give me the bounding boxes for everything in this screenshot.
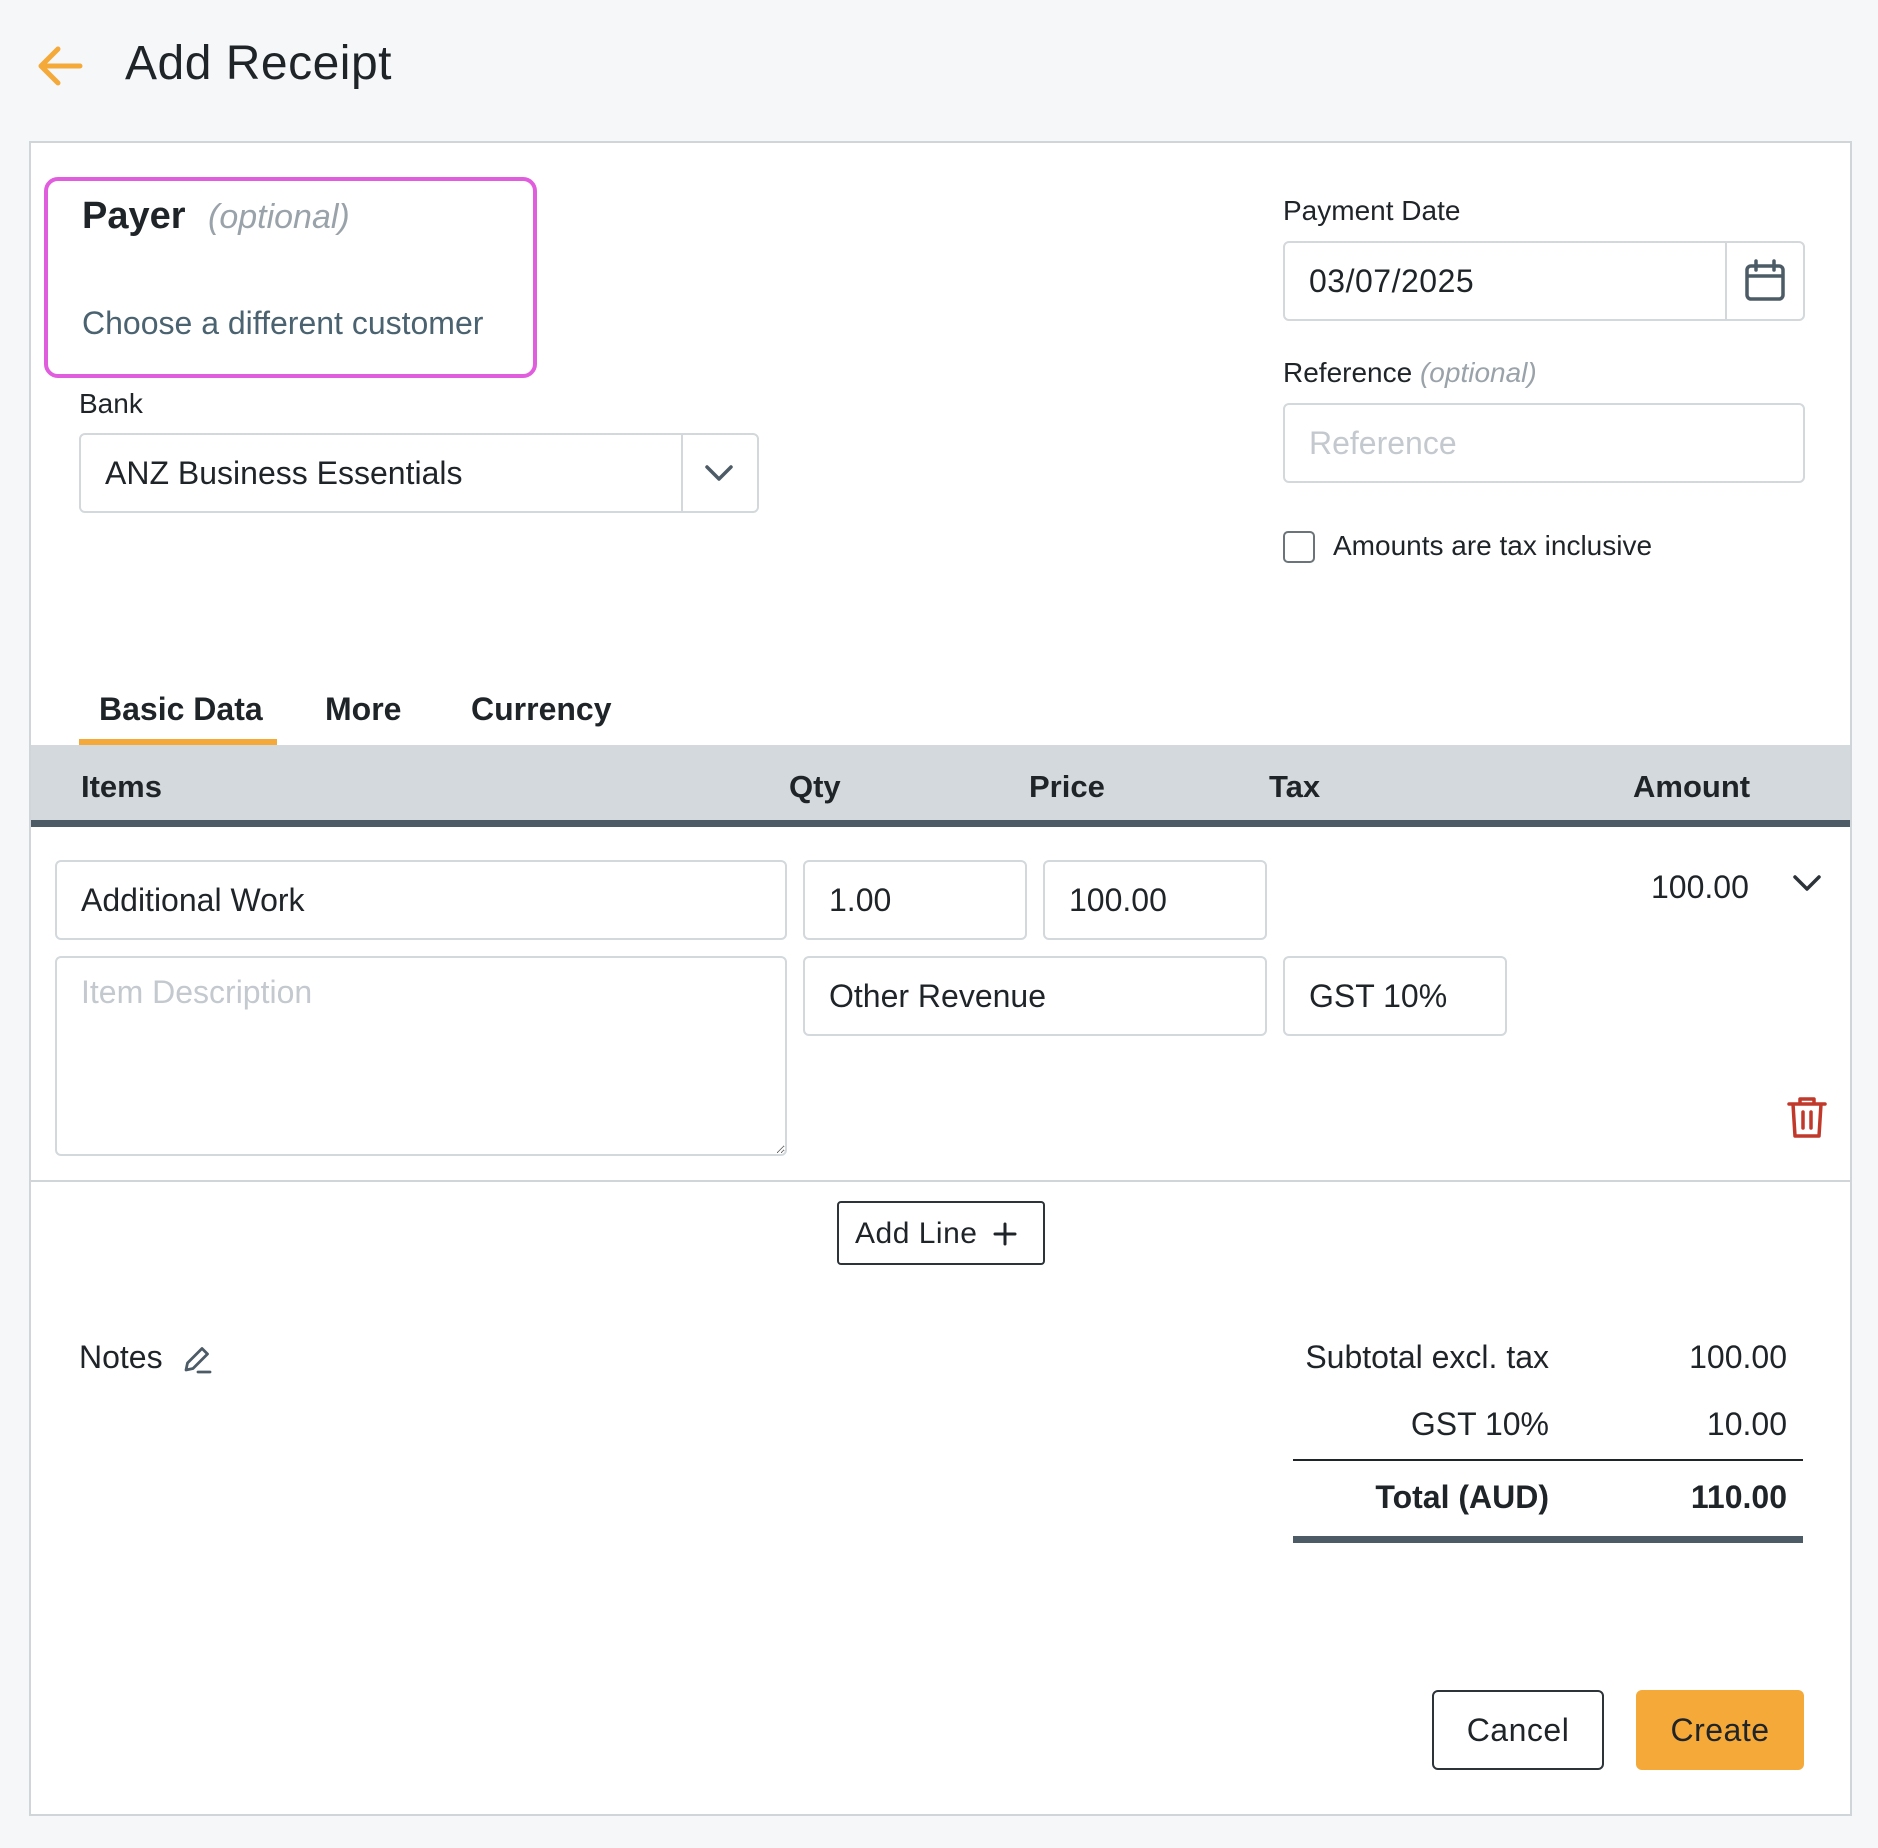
tax-inclusive-checkbox[interactable] [1283, 531, 1315, 563]
payment-date-field[interactable]: 03/07/2025 [1283, 241, 1805, 321]
item-tax-select[interactable]: GST 10% [1283, 956, 1507, 1036]
page-header: Add Receipt [0, 0, 1878, 130]
gst-label: GST 10% [1410, 1406, 1549, 1442]
gst-value: 10.00 [1706, 1406, 1787, 1442]
item-description-input[interactable] [55, 956, 787, 1156]
total-value: 110.00 [1690, 1479, 1787, 1515]
payment-date-label: Payment Date [1283, 195, 1461, 226]
item-account-select[interactable]: Other Revenue [803, 956, 1267, 1036]
tab-basic-data[interactable]: Basic Data [99, 691, 263, 728]
payment-date-divider [1725, 243, 1727, 319]
column-header-amount: Amount [1633, 769, 1751, 804]
choose-customer-link[interactable]: Choose a different customer [82, 305, 483, 342]
column-header-price: Price [1029, 769, 1105, 804]
bank-select-value: ANZ Business Essentials [105, 455, 463, 491]
bank-label: Bank [79, 388, 143, 419]
cancel-button[interactable]: Cancel [1432, 1690, 1604, 1770]
payer-label: Payer [82, 195, 186, 237]
create-button[interactable]: Create [1636, 1690, 1804, 1770]
reference-label-text: Reference [1283, 357, 1413, 388]
column-header-items: Items [81, 769, 162, 804]
receipt-form: Payer (optional) Choose a different cust… [29, 141, 1852, 1816]
notes-label[interactable]: Notes [79, 1339, 163, 1376]
item-account-value: Other Revenue [829, 978, 1047, 1014]
chevron-down-icon[interactable] [699, 455, 739, 491]
bank-select[interactable]: ANZ Business Essentials [79, 433, 759, 513]
bank-select-divider [681, 435, 683, 511]
total-label: Total (AUD) [1375, 1479, 1549, 1515]
payment-date-value: 03/07/2025 [1309, 263, 1475, 299]
tab-more[interactable]: More [325, 691, 401, 728]
tax-inclusive-label[interactable]: Amounts are tax inclusive [1333, 530, 1652, 562]
item-amount: 100.00 [1651, 869, 1749, 905]
add-line-label: Add Line [855, 1217, 978, 1250]
row-separator [31, 1180, 1850, 1182]
subtotal-label: Subtotal excl. tax [1305, 1339, 1549, 1375]
item-name-input[interactable] [55, 860, 787, 940]
reference-optional-label: (optional) [1419, 357, 1537, 388]
payer-section: Payer (optional) Choose a different cust… [44, 177, 537, 378]
calendar-icon[interactable] [1741, 257, 1789, 305]
chevron-down-icon[interactable] [1787, 867, 1827, 903]
item-tax-value: GST 10% [1309, 978, 1448, 1014]
subtotal-value: 100.00 [1689, 1339, 1787, 1375]
tab-currency[interactable]: Currency [471, 691, 612, 728]
items-table-header: Items Qty Price Tax Amount [31, 745, 1850, 827]
add-line-button[interactable]: Add Line [837, 1201, 1045, 1265]
arrow-left-icon[interactable] [34, 40, 86, 92]
column-header-qty: Qty [789, 769, 841, 804]
trash-icon[interactable] [1783, 1093, 1831, 1141]
plus-icon [993, 1222, 1017, 1246]
payer-optional-label: (optional) [208, 198, 350, 236]
reference-input[interactable] [1283, 403, 1805, 483]
item-qty-input[interactable] [803, 860, 1027, 940]
item-price-input[interactable] [1043, 860, 1267, 940]
total-underline [1293, 1536, 1803, 1543]
reference-label: Reference (optional) [1283, 357, 1537, 389]
column-header-tax: Tax [1269, 769, 1321, 804]
page-title: Add Receipt [125, 37, 392, 90]
totals-divider [1293, 1459, 1803, 1461]
pencil-icon[interactable] [179, 1343, 213, 1377]
